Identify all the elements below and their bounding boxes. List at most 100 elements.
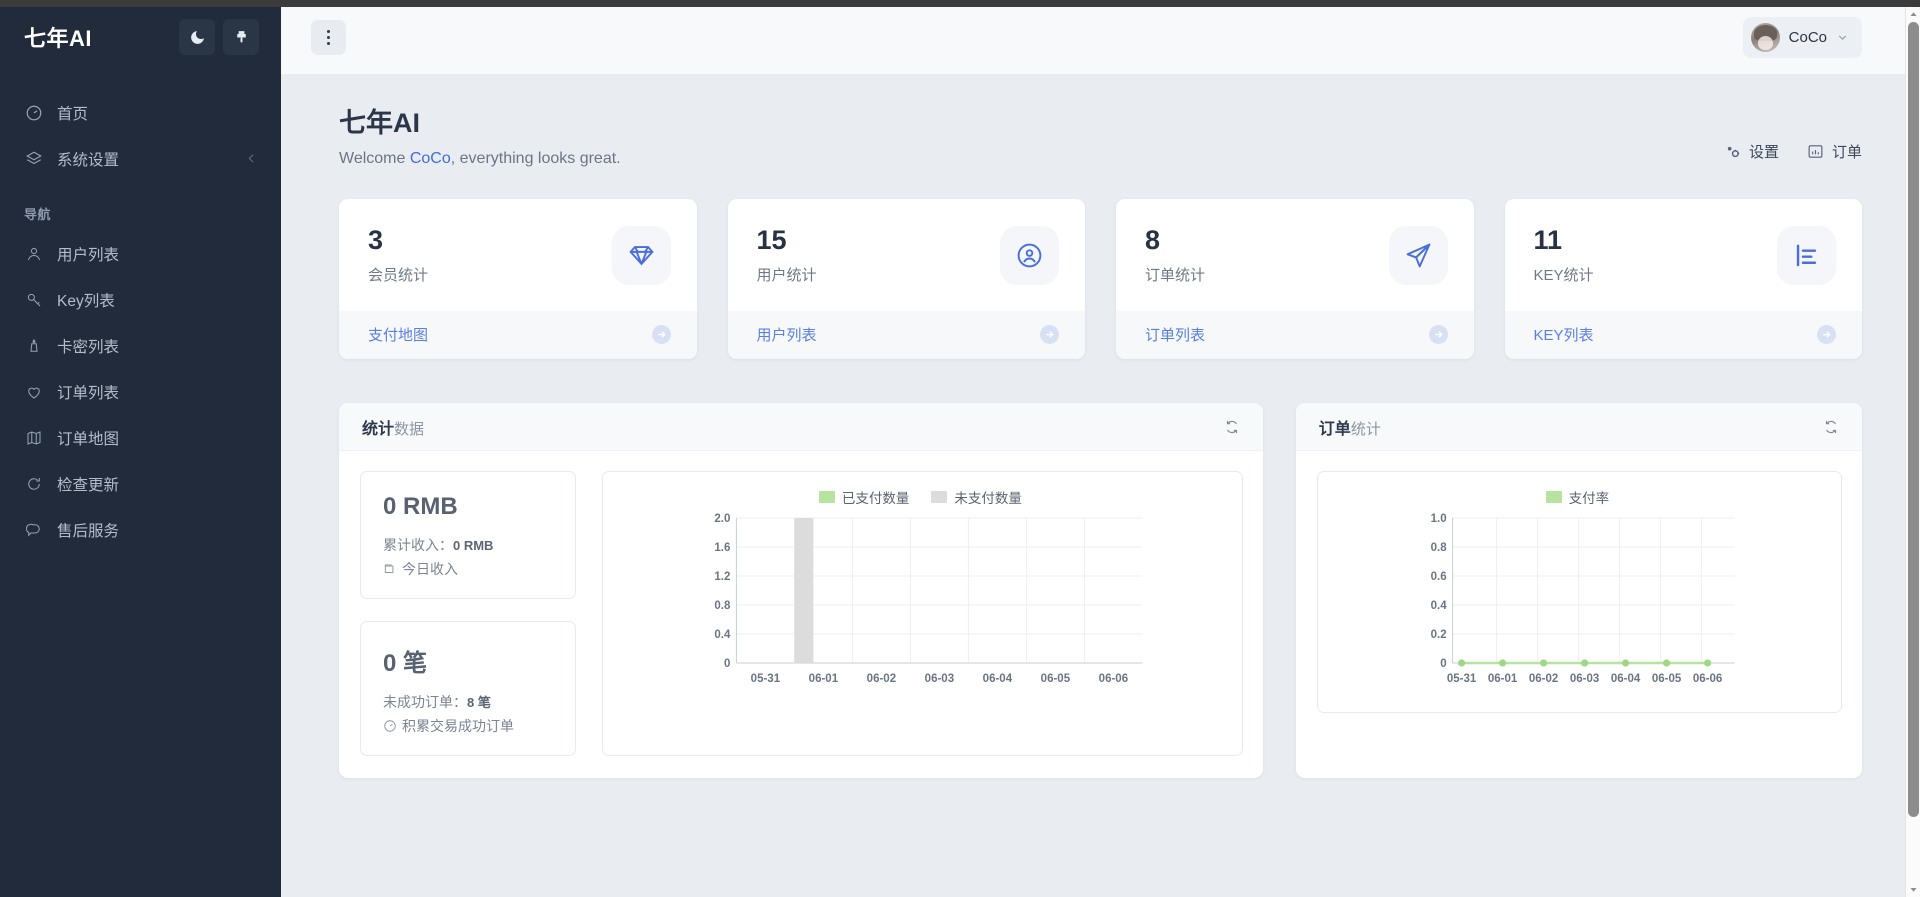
dashboard-panels: 统计数据 0 RMB 累计收入：0 RMB: [339, 403, 1862, 778]
svg-text:0.8: 0.8: [714, 600, 731, 612]
sidebar-item-label: 卡密列表: [57, 335, 259, 357]
arrow-right-icon[interactable]: [1817, 325, 1836, 344]
stat-card-body: 8 订单统计: [1116, 199, 1474, 312]
main-area: CoCo 七年AI Welcome CoCo, everything looks…: [281, 0, 1920, 897]
svg-text:0.4: 0.4: [1430, 600, 1447, 612]
svg-text:1.6: 1.6: [714, 542, 730, 554]
sidebar-item-after-sales[interactable]: 售后服务: [0, 507, 281, 553]
payment-rate-chart: 支付率: [1317, 471, 1842, 713]
orders-value: 0 笔: [383, 643, 555, 678]
scroll-down-icon[interactable]: [1906, 882, 1920, 897]
legend-swatch: [819, 491, 835, 503]
svg-text:06-04: 06-04: [1611, 673, 1641, 685]
card-icon: [24, 337, 43, 356]
grid-lines: [1452, 518, 1734, 663]
legend-item-paid[interactable]: 已支付数量: [819, 487, 910, 507]
stat-card-text: 3 会员统计: [368, 226, 612, 286]
y-tick-labels: 2.0 1.6 1.2 0.8 0.4 0: [714, 513, 731, 670]
x-tick-labels: 05-31 06-01 06-02 06-03 06-04 06-05 06-0…: [751, 673, 1128, 685]
page-content: 七年AI Welcome CoCo, everything looks grea…: [281, 74, 1920, 897]
stat-card-link[interactable]: KEY列表: [1534, 324, 1594, 345]
svg-text:1.0: 1.0: [1430, 513, 1446, 525]
svg-text:0.2: 0.2: [1430, 629, 1446, 641]
line-plot-svg: 1.0 0.8 0.6 0.4 0.2 0 05-31: [1328, 508, 1827, 704]
refresh-icon[interactable]: [1822, 418, 1840, 436]
x-tick-labels: 05-31 06-01 06-02 06-03 06-04 06-05 06-0…: [1447, 673, 1722, 685]
moon-icon: [189, 29, 206, 46]
settings-action-label: 设置: [1749, 141, 1779, 162]
appearance-button[interactable]: [223, 19, 259, 55]
income-total-value: 0 RMB: [453, 538, 493, 553]
stat-card-label: 会员统计: [368, 264, 612, 285]
stat-card-label: KEY统计: [1534, 264, 1778, 285]
app-root: 七年AI 首页: [0, 0, 1920, 897]
panel-title-bold: 统计: [362, 421, 394, 438]
sidebar-item-card-list[interactable]: 卡密列表: [0, 323, 281, 369]
payments-bar-chart: 已支付数量 未支付数量: [602, 471, 1243, 756]
scrollbar-thumb[interactable]: [1908, 22, 1919, 817]
orders-card: 0 笔 未成功订单：8 笔 积累交易成功订单: [360, 621, 576, 756]
panel-statistics: 统计数据 0 RMB 累计收入：0 RMB: [339, 403, 1263, 778]
svg-text:06-02: 06-02: [1529, 673, 1558, 685]
svg-text:1.2: 1.2: [714, 571, 730, 583]
income-total-row: 累计收入：0 RMB: [383, 535, 555, 555]
legend-item-unpaid[interactable]: 未支付数量: [931, 487, 1022, 507]
page-scrollbar[interactable]: [1905, 7, 1920, 897]
refresh-icon[interactable]: [1223, 418, 1241, 436]
page-header: 七年AI Welcome CoCo, everything looks grea…: [339, 74, 1862, 168]
orders-failed-label: 未成功订单：: [383, 694, 467, 710]
sidebar-item-key-list[interactable]: Key列表: [0, 277, 281, 323]
sidebar-item-user-list[interactable]: 用户列表: [0, 231, 281, 277]
arrow-right-icon[interactable]: [1040, 325, 1059, 344]
sidebar: 七年AI 首页: [0, 0, 281, 897]
stat-card-keys: 11 KEY统计 KEY列表: [1505, 199, 1863, 360]
stat-card-footer: 订单列表: [1116, 311, 1474, 359]
topbar: CoCo: [281, 0, 1920, 74]
svg-text:0: 0: [1440, 658, 1446, 670]
settings-action[interactable]: 设置: [1724, 141, 1779, 162]
settings-icon: [1724, 143, 1741, 160]
orders-action[interactable]: 订单: [1807, 141, 1862, 162]
income-caption: 今日收入: [402, 559, 458, 579]
orders-failed-value: 8 笔: [467, 695, 491, 710]
panel-header: 统计数据: [339, 403, 1263, 451]
stat-card-body: 15 用户统计: [728, 199, 1086, 312]
stat-card-link[interactable]: 用户列表: [757, 324, 817, 345]
scroll-up-icon[interactable]: [1906, 7, 1920, 22]
legend-item-rate[interactable]: 支付率: [1546, 487, 1610, 507]
theme-toggle-button[interactable]: [179, 19, 215, 55]
legend-label: 已支付数量: [842, 487, 910, 507]
stat-card-orders: 8 订单统计 订单列表: [1116, 199, 1474, 360]
stat-cards: 3 会员统计 支付地图: [339, 199, 1862, 360]
line-plot: 1.0 0.8 0.6 0.4 0.2 0 05-31: [1328, 508, 1827, 704]
stat-card-members: 3 会员统计 支付地图: [339, 199, 697, 360]
orders-failed-row: 未成功订单：8 笔: [383, 692, 555, 712]
sidebar-item-home[interactable]: 首页: [0, 90, 281, 136]
panel-header: 订单统计: [1296, 403, 1862, 451]
welcome-user: CoCo: [410, 150, 451, 167]
svg-text:06-05: 06-05: [1041, 673, 1071, 685]
page-title: 七年AI: [339, 107, 621, 141]
panel-order-statistics: 订单统计 支付率: [1296, 403, 1862, 778]
bar-plot: 2.0 1.6 1.2 0.8 0.4 0 05-31: [613, 508, 1228, 704]
svg-text:05-31: 05-31: [1447, 673, 1477, 685]
sidebar-item-check-update[interactable]: 检查更新: [0, 461, 281, 507]
svg-text:06-06: 06-06: [1693, 673, 1722, 685]
arrow-right-icon[interactable]: [1429, 325, 1448, 344]
sidebar-item-label: 首页: [57, 102, 259, 124]
sidebar-item-system-settings[interactable]: 系统设置: [0, 136, 281, 182]
income-total-label: 累计收入：: [383, 537, 453, 553]
sidebar-item-order-list[interactable]: 订单列表: [0, 369, 281, 415]
stat-card-link[interactable]: 订单列表: [1145, 324, 1205, 345]
stat-card-link[interactable]: 支付地图: [368, 324, 428, 345]
arrow-right-icon[interactable]: [652, 325, 671, 344]
brush-icon: [233, 29, 250, 46]
chevron-left-icon[interactable]: [245, 152, 259, 166]
more-vertical-icon[interactable]: [311, 20, 346, 55]
orders-caption-row: 积累交易成功订单: [383, 716, 555, 736]
panel-body: 0 RMB 累计收入：0 RMB 今日收入 0 笔: [339, 451, 1263, 778]
user-menu[interactable]: CoCo: [1743, 17, 1862, 58]
legend-label: 支付率: [1569, 487, 1610, 507]
sidebar-item-label: 订单列表: [57, 381, 259, 403]
sidebar-item-order-map[interactable]: 订单地图: [0, 415, 281, 461]
